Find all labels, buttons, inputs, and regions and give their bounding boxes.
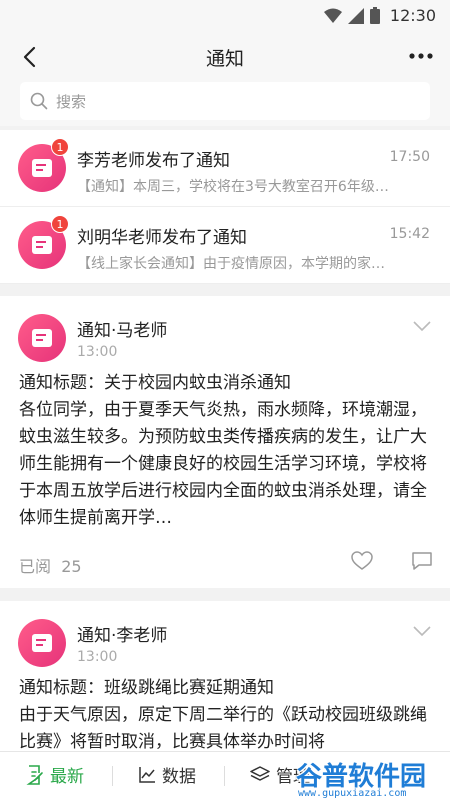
document-icon [32,159,52,177]
avatar [18,314,66,362]
status-bar: 12:30 [0,0,450,32]
tab-data[interactable]: 数据 [138,762,196,787]
search-icon [30,92,48,110]
card-footer: 已阅 25 [19,551,433,577]
notice-card[interactable]: 通知·李老师 13:00 通知标题：班级跳绳比赛延期通知 由于天气原因，原定下周… [0,601,450,751]
notice-item[interactable]: 1 刘明华老师发布了通知 15:42 【线上家长会通知】由于疫情原因，本学期的家… [0,207,450,284]
line-chart-icon [139,766,155,783]
unread-badge: 1 [51,138,69,156]
notice-time: 17:50 [389,149,430,165]
read-number: 25 [61,557,82,576]
tab-latest[interactable]: 最新 [26,762,84,787]
notice-title: 刘明华老师发布了通知 [77,228,247,248]
tab-label: 数据 [162,767,196,787]
comment-icon[interactable] [411,551,433,571]
notice-item[interactable]: 1 李芳老师发布了通知 17:50 【通知】本周三，学校将在3号大教室召开6年级… [0,130,450,207]
notice-preview: 【线上家长会通知】由于疫情原因，本学期的家… [77,256,385,272]
card-text: 由于天气原因，原定下周二举行的《跃动校园班级跳绳比赛》将暂时取消，比赛具体举办时… [19,705,427,751]
battery-icon [369,7,380,24]
read-count: 已阅 25 [19,553,82,577]
unread-badge: 1 [51,215,69,233]
tab-divider [112,766,113,786]
card-sender: 通知·李老师 [77,626,168,646]
tab-label: 最新 [50,767,84,787]
notice-list: 1 李芳老师发布了通知 17:50 【通知】本周三，学校将在3号大教室召开6年级… [0,130,450,284]
card-body: 通知标题：班级跳绳比赛延期通知 由于天气原因，原定下周二举行的《跃动校园班级跳绳… [19,675,433,751]
card-title-line: 通知标题：班级跳绳比赛延期通知 [19,678,274,698]
read-label: 已阅 [19,557,52,576]
page-title: 通知 [205,48,244,70]
status-icons: 12:30 [323,6,436,25]
notice-card[interactable]: 通知·马老师 13:00 通知标题：关于校园内蚊虫消杀通知 各位同学，由于夏季天… [0,296,450,588]
card-title-line: 通知标题：关于校园内蚊虫消杀通知 [19,373,291,393]
card-text: 各位同学，由于夏季天气炎热，雨水频降，环境潮湿，蚊虫滋生较多。为预防蚊虫类传播疾… [19,400,427,528]
tab-label: 管理 [276,767,310,787]
bottom-tab-bar: 最新 数据 管理 [0,751,450,800]
edit-icon [26,764,43,785]
search-placeholder: 搜索 [56,92,87,111]
notice-time: 15:42 [389,226,430,242]
heart-icon[interactable] [351,551,373,571]
tab-divider [224,766,225,786]
notice-title: 李芳老师发布了通知 [77,151,230,171]
top-bar: 通知 [0,32,450,82]
card-time: 13:00 [77,649,118,665]
card-time: 13:00 [77,344,118,360]
layers-icon [250,765,270,781]
document-icon [32,634,52,652]
signal-icon [347,7,364,24]
document-icon [32,329,52,347]
more-button[interactable] [408,42,434,70]
status-time: 12:30 [389,6,436,25]
document-icon [32,236,52,254]
notice-preview: 【通知】本周三，学校将在3号大教室召开6年级… [77,179,389,195]
wifi-icon [323,8,342,23]
more-dots-icon [409,53,433,59]
avatar [18,619,66,667]
card-body: 通知标题：关于校园内蚊虫消杀通知 各位同学，由于夏季天气炎热，雨水频降，环境潮湿… [19,370,433,532]
card-sender: 通知·马老师 [77,321,168,341]
search-input[interactable]: 搜索 [20,82,430,120]
tab-manage[interactable]: 管理 [250,762,310,787]
search-bar: 搜索 [0,82,450,126]
chevron-down-icon[interactable] [412,318,432,334]
chevron-down-icon[interactable] [412,623,432,639]
